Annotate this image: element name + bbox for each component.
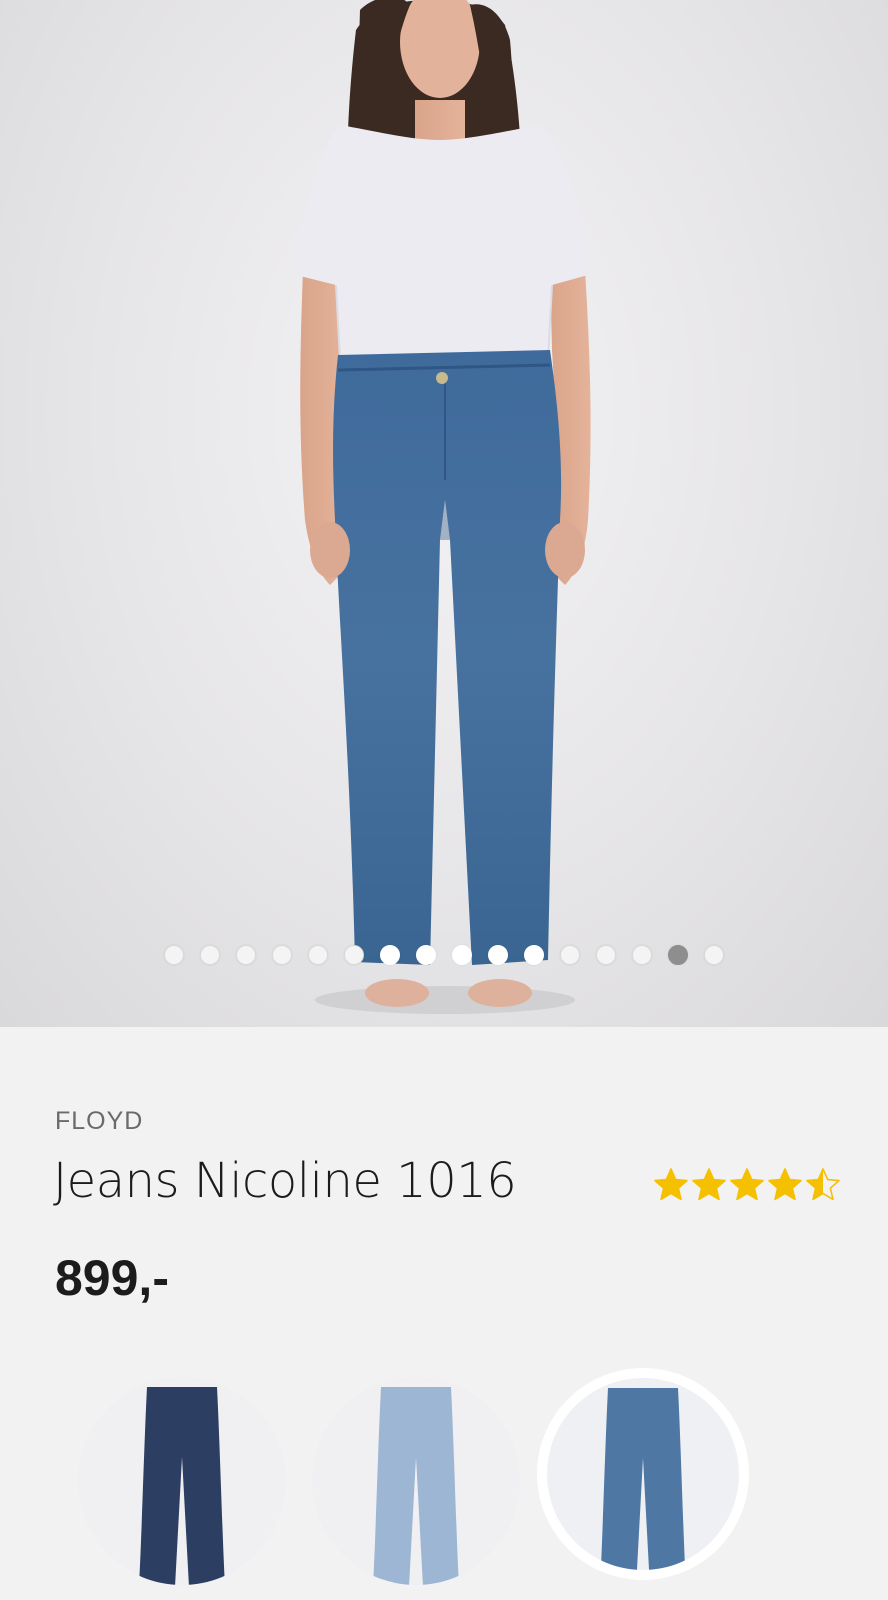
product-title: Jeans Nicoline 1016 xyxy=(53,1153,517,1209)
star-icon xyxy=(768,1168,802,1201)
carousel-dot[interactable] xyxy=(416,945,436,965)
carousel-indicator xyxy=(0,945,888,967)
carousel-dot[interactable] xyxy=(668,945,688,965)
jeans-thumbnail-icon xyxy=(139,1387,225,1585)
star-icon xyxy=(654,1168,688,1201)
carousel-dot[interactable] xyxy=(272,945,292,965)
carousel-dot[interactable] xyxy=(704,945,724,965)
jeans-thumbnail-icon xyxy=(373,1387,459,1585)
color-variants xyxy=(0,1368,888,1600)
variant-thumbnail-mid-blue[interactable] xyxy=(537,1368,749,1580)
carousel-dot[interactable] xyxy=(200,945,220,965)
product-info: FLOYD Jeans Nicoline 1016 899,- xyxy=(0,1027,888,1600)
star-icon xyxy=(692,1168,726,1201)
model-illustration xyxy=(296,0,591,1014)
star-icon xyxy=(730,1168,764,1201)
carousel-dot[interactable] xyxy=(524,945,544,965)
carousel-dot[interactable] xyxy=(560,945,580,965)
rating-stars[interactable] xyxy=(653,1167,841,1203)
carousel-dot[interactable] xyxy=(344,945,364,965)
jeans-thumbnail-icon xyxy=(600,1388,686,1570)
carousel-dot[interactable] xyxy=(596,945,616,965)
carousel-dot[interactable] xyxy=(308,945,328,965)
carousel-dot[interactable] xyxy=(452,945,472,965)
product-image[interactable] xyxy=(0,0,888,1027)
carousel-dot[interactable] xyxy=(488,945,508,965)
variant-thumbnail-dark-blue[interactable] xyxy=(78,1377,286,1585)
carousel-dot[interactable] xyxy=(164,945,184,965)
star-icon xyxy=(806,1168,840,1201)
product-price: 899,- xyxy=(55,1250,169,1306)
carousel-dot[interactable] xyxy=(380,945,400,965)
variant-thumbnail-light-blue[interactable] xyxy=(312,1377,520,1585)
carousel-dot[interactable] xyxy=(236,945,256,965)
brand-name[interactable]: FLOYD xyxy=(55,1107,143,1136)
carousel-dot[interactable] xyxy=(632,945,652,965)
